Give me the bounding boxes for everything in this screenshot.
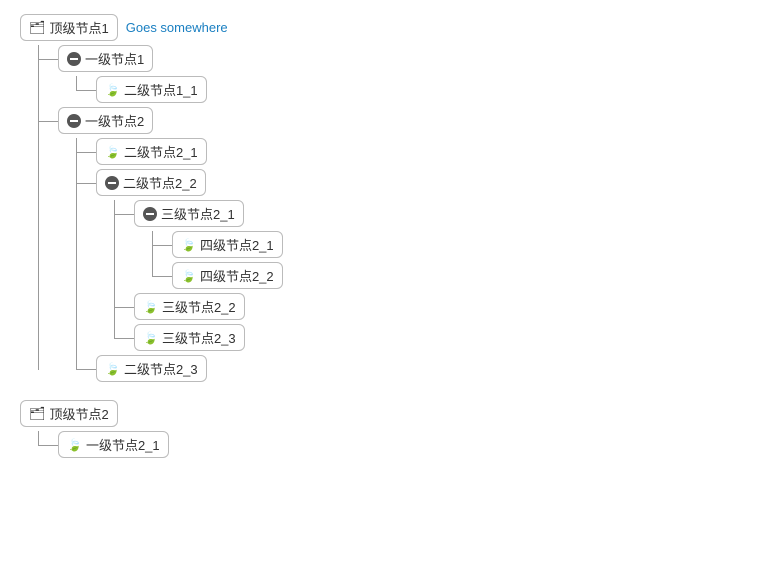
node-label-node2_2: 二级节点2_2	[123, 173, 197, 192]
node-box-node2_1_root[interactable]: 🍃 一级节点2_1	[58, 431, 169, 458]
node-node2: 一级节点2 🍃 二级节点2_1 二级节点2_2 三级节点2_1 🍃 四级节点2_1 🍃 四级节点…	[58, 107, 751, 382]
node-row-node2_2_1: 三级节点2_1	[134, 200, 751, 227]
node-box-root1[interactable]: 🗂顶级节点1	[20, 14, 118, 41]
node-node2_2_2: 🍃 三级节点2_2	[134, 293, 751, 320]
node-row-node2_2_1_2: 🍃 四级节点2_2	[172, 262, 751, 289]
node-root2: 🗂顶级节点2 🍃 一级节点2_1	[20, 400, 751, 458]
node-box-node1[interactable]: 一级节点1	[58, 45, 153, 72]
node-box-node2_2_1_1[interactable]: 🍃 四级节点2_1	[172, 231, 283, 258]
leaf-icon: 🍃	[143, 300, 158, 314]
node-root1: 🗂顶级节点1Goes somewhere一级节点1🍃二级节点1_1一级节点2🍃二…	[20, 14, 751, 382]
node-label-root1: 顶级节点1	[50, 18, 109, 37]
node-box-node2_2_1_2[interactable]: 🍃 四级节点2_2	[172, 262, 283, 289]
node-row-node2_2_2: 🍃 三级节点2_2	[134, 293, 751, 320]
leaf-icon: 🍃	[143, 331, 158, 345]
node-box-node2_3[interactable]: 🍃 二级节点2_3	[96, 355, 207, 382]
children-node2: 🍃二级节点2_1二级节点2_2三级节点2_1🍃四级节点2_1🍃四级节点2_2🍃三…	[96, 138, 751, 382]
node-row-node2_1_root: 🍃 一级节点2_1	[58, 431, 751, 458]
children-node2_2: 三级节点2_1 🍃 四级节点2_1 🍃 四级节点2_2 🍃 三级节点2_2 🍃 三级节点2_3	[134, 200, 751, 351]
node-row-node2_2_1_1: 🍃 四级节点2_1	[172, 231, 751, 258]
leaf-icon: 🍃	[105, 83, 120, 97]
leaf-icon: 🍃	[181, 238, 196, 252]
collapse-icon[interactable]	[105, 176, 119, 190]
leaf-icon: 🍃	[105, 362, 120, 376]
children-root1: 一级节点1 🍃 二级节点1_1 一级节点2 🍃 二级节点2_1 二级节点2_2 三级节点2_1…	[58, 45, 751, 382]
node-label-node2_1_root: 一级节点2_1	[86, 435, 160, 454]
node-node2_2: 二级节点2_2三级节点2_1🍃四级节点2_1🍃四级节点2_2🍃三级节点2_2🍃三…	[96, 169, 751, 351]
node-label-node2_3: 二级节点2_3	[124, 359, 198, 378]
children-node1: 🍃 二级节点1_1	[96, 76, 751, 103]
node-box-node2_2_3[interactable]: 🍃 三级节点2_3	[134, 324, 245, 351]
children-root2: 🍃 一级节点2_1	[58, 431, 751, 458]
node-row-node2_2_3: 🍃 三级节点2_3	[134, 324, 751, 351]
node-node2_2_1_2: 🍃 四级节点2_2	[172, 262, 751, 289]
collapse-icon[interactable]	[67, 114, 81, 128]
node-label-node1_1: 二级节点1_1	[124, 80, 198, 99]
node-row-root2: 🗂顶级节点2	[20, 400, 751, 427]
node-label-node2_2_1_1: 四级节点2_1	[200, 235, 274, 254]
node-node1_1: 🍃 二级节点1_1	[96, 76, 751, 103]
node-label-node2_2_1_2: 四级节点2_2	[200, 266, 274, 285]
node-node2_2_3: 🍃 三级节点2_3	[134, 324, 751, 351]
children-node2_2_1: 🍃 四级节点2_1 🍃 四级节点2_2	[172, 231, 751, 289]
tree-container: 🗂顶级节点1Goes somewhere一级节点1🍃二级节点1_1一级节点2🍃二…	[20, 14, 751, 458]
node-node2_1_root: 🍃 一级节点2_1	[58, 431, 751, 458]
folder-icon: 🗂	[29, 406, 46, 422]
node-row-node2_3: 🍃 二级节点2_3	[96, 355, 751, 382]
node-link[interactable]: Goes somewhere	[126, 20, 228, 35]
node-box-node2_1[interactable]: 🍃 二级节点2_1	[96, 138, 207, 165]
node-label-node2_2_1: 三级节点2_1	[161, 204, 235, 223]
node-box-node2_2_1[interactable]: 三级节点2_1	[134, 200, 244, 227]
collapse-icon[interactable]	[67, 52, 81, 66]
node-row-node2_1: 🍃 二级节点2_1	[96, 138, 751, 165]
node-label-node2_2_3: 三级节点2_3	[162, 328, 236, 347]
node-box-node1_1[interactable]: 🍃 二级节点1_1	[96, 76, 207, 103]
node-label-root2: 顶级节点2	[50, 404, 109, 423]
node-row-node2: 一级节点2	[58, 107, 751, 134]
collapse-icon[interactable]	[143, 207, 157, 221]
node-node1: 一级节点1 🍃 二级节点1_1	[58, 45, 751, 103]
leaf-icon: 🍃	[67, 438, 82, 452]
node-row-node1: 一级节点1	[58, 45, 751, 72]
node-box-node2[interactable]: 一级节点2	[58, 107, 153, 134]
node-row-node1_1: 🍃 二级节点1_1	[96, 76, 751, 103]
leaf-icon: 🍃	[181, 269, 196, 283]
node-label-node2_2_2: 三级节点2_2	[162, 297, 236, 316]
node-box-root2[interactable]: 🗂顶级节点2	[20, 400, 118, 427]
node-node2_3: 🍃 二级节点2_3	[96, 355, 751, 382]
node-row-root1: 🗂顶级节点1 Goes somewhere	[20, 14, 751, 41]
folder-icon: 🗂	[29, 20, 46, 36]
node-node2_2_1: 三级节点2_1 🍃 四级节点2_1 🍃 四级节点2_2	[134, 200, 751, 289]
node-box-node2_2[interactable]: 二级节点2_2	[96, 169, 206, 196]
node-box-node2_2_2[interactable]: 🍃 三级节点2_2	[134, 293, 245, 320]
leaf-icon: 🍃	[105, 145, 120, 159]
node-label-node2_1: 二级节点2_1	[124, 142, 198, 161]
node-node2_1: 🍃 二级节点2_1	[96, 138, 751, 165]
node-label-node2: 一级节点2	[85, 111, 144, 130]
node-label-node1: 一级节点1	[85, 49, 144, 68]
node-row-node2_2: 二级节点2_2	[96, 169, 751, 196]
node-node2_2_1_1: 🍃 四级节点2_1	[172, 231, 751, 258]
